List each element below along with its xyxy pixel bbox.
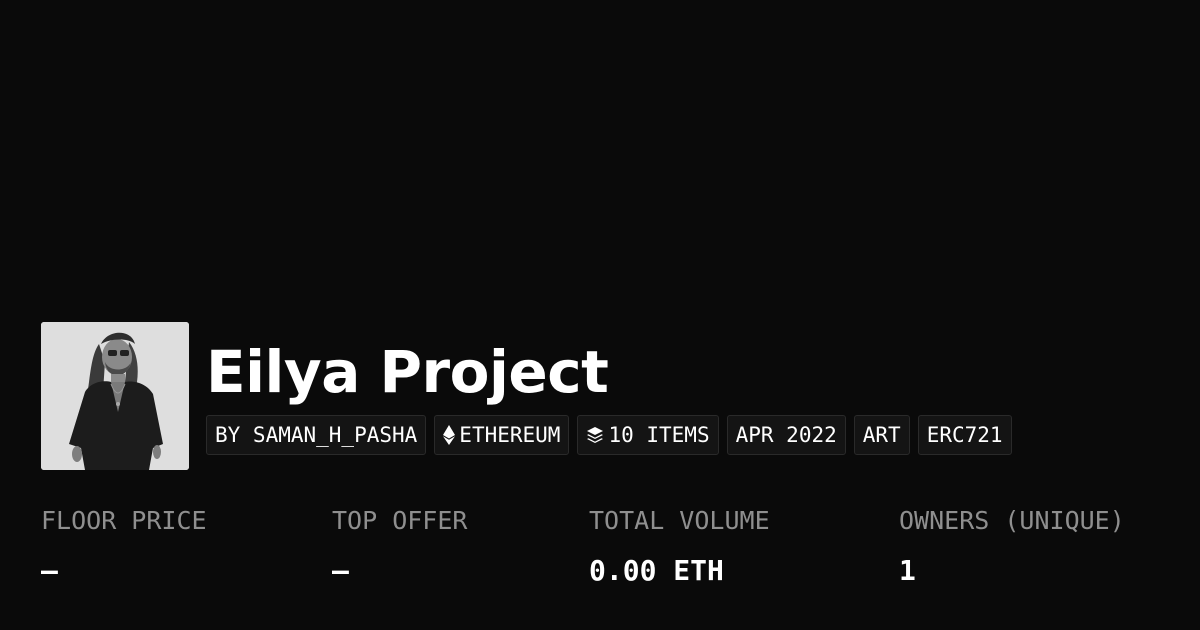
stat-total-volume: TOTAL VOLUME 0.00 ETH [589,506,770,586]
items-tag-label: 10 ITEMS [608,423,710,447]
stat-floor-price: FLOOR PRICE – [41,506,207,586]
collection-tags: BY SAMAN_H_PASHA ETHEREUM 10 ITEMS APR 2… [206,415,1012,455]
stat-value: 1 [899,554,916,587]
creator-tag-label: BY SAMAN_H_PASHA [215,423,418,447]
stat-label: TOTAL VOLUME [589,506,770,535]
stat-value: 0.00 ETH [589,554,724,587]
stat-top-offer: TOP OFFER – [332,506,467,586]
chain-tag: ETHEREUM [434,415,570,455]
date-tag: APR 2022 [726,415,846,455]
stat-owners: OWNERS (UNIQUE) 1 [899,506,1125,586]
category-tag-label: ART [862,423,901,447]
standard-tag-label: ERC721 [926,423,1003,447]
standard-tag: ERC721 [917,415,1012,455]
stat-label: TOP OFFER [332,506,468,535]
creator-tag[interactable]: BY SAMAN_H_PASHA [206,415,427,455]
collection-stats: FLOOR PRICE – TOP OFFER – TOTAL VOLUME 0… [0,506,1200,606]
category-tag: ART [853,415,910,455]
chain-tag-label: ETHEREUM [459,423,561,447]
ethereum-icon [443,425,456,445]
stat-label: OWNERS (UNIQUE) [899,506,1125,535]
stat-value: – [41,554,58,587]
items-tag: 10 ITEMS [577,415,719,455]
date-tag-label: APR 2022 [735,423,837,447]
stat-label: FLOOR PRICE [41,506,207,535]
layers-icon [586,426,604,444]
stat-value: – [332,554,349,587]
collection-title: Eilya Project [206,338,609,406]
avatar-portrait-image [41,322,189,470]
collection-avatar [41,322,189,470]
